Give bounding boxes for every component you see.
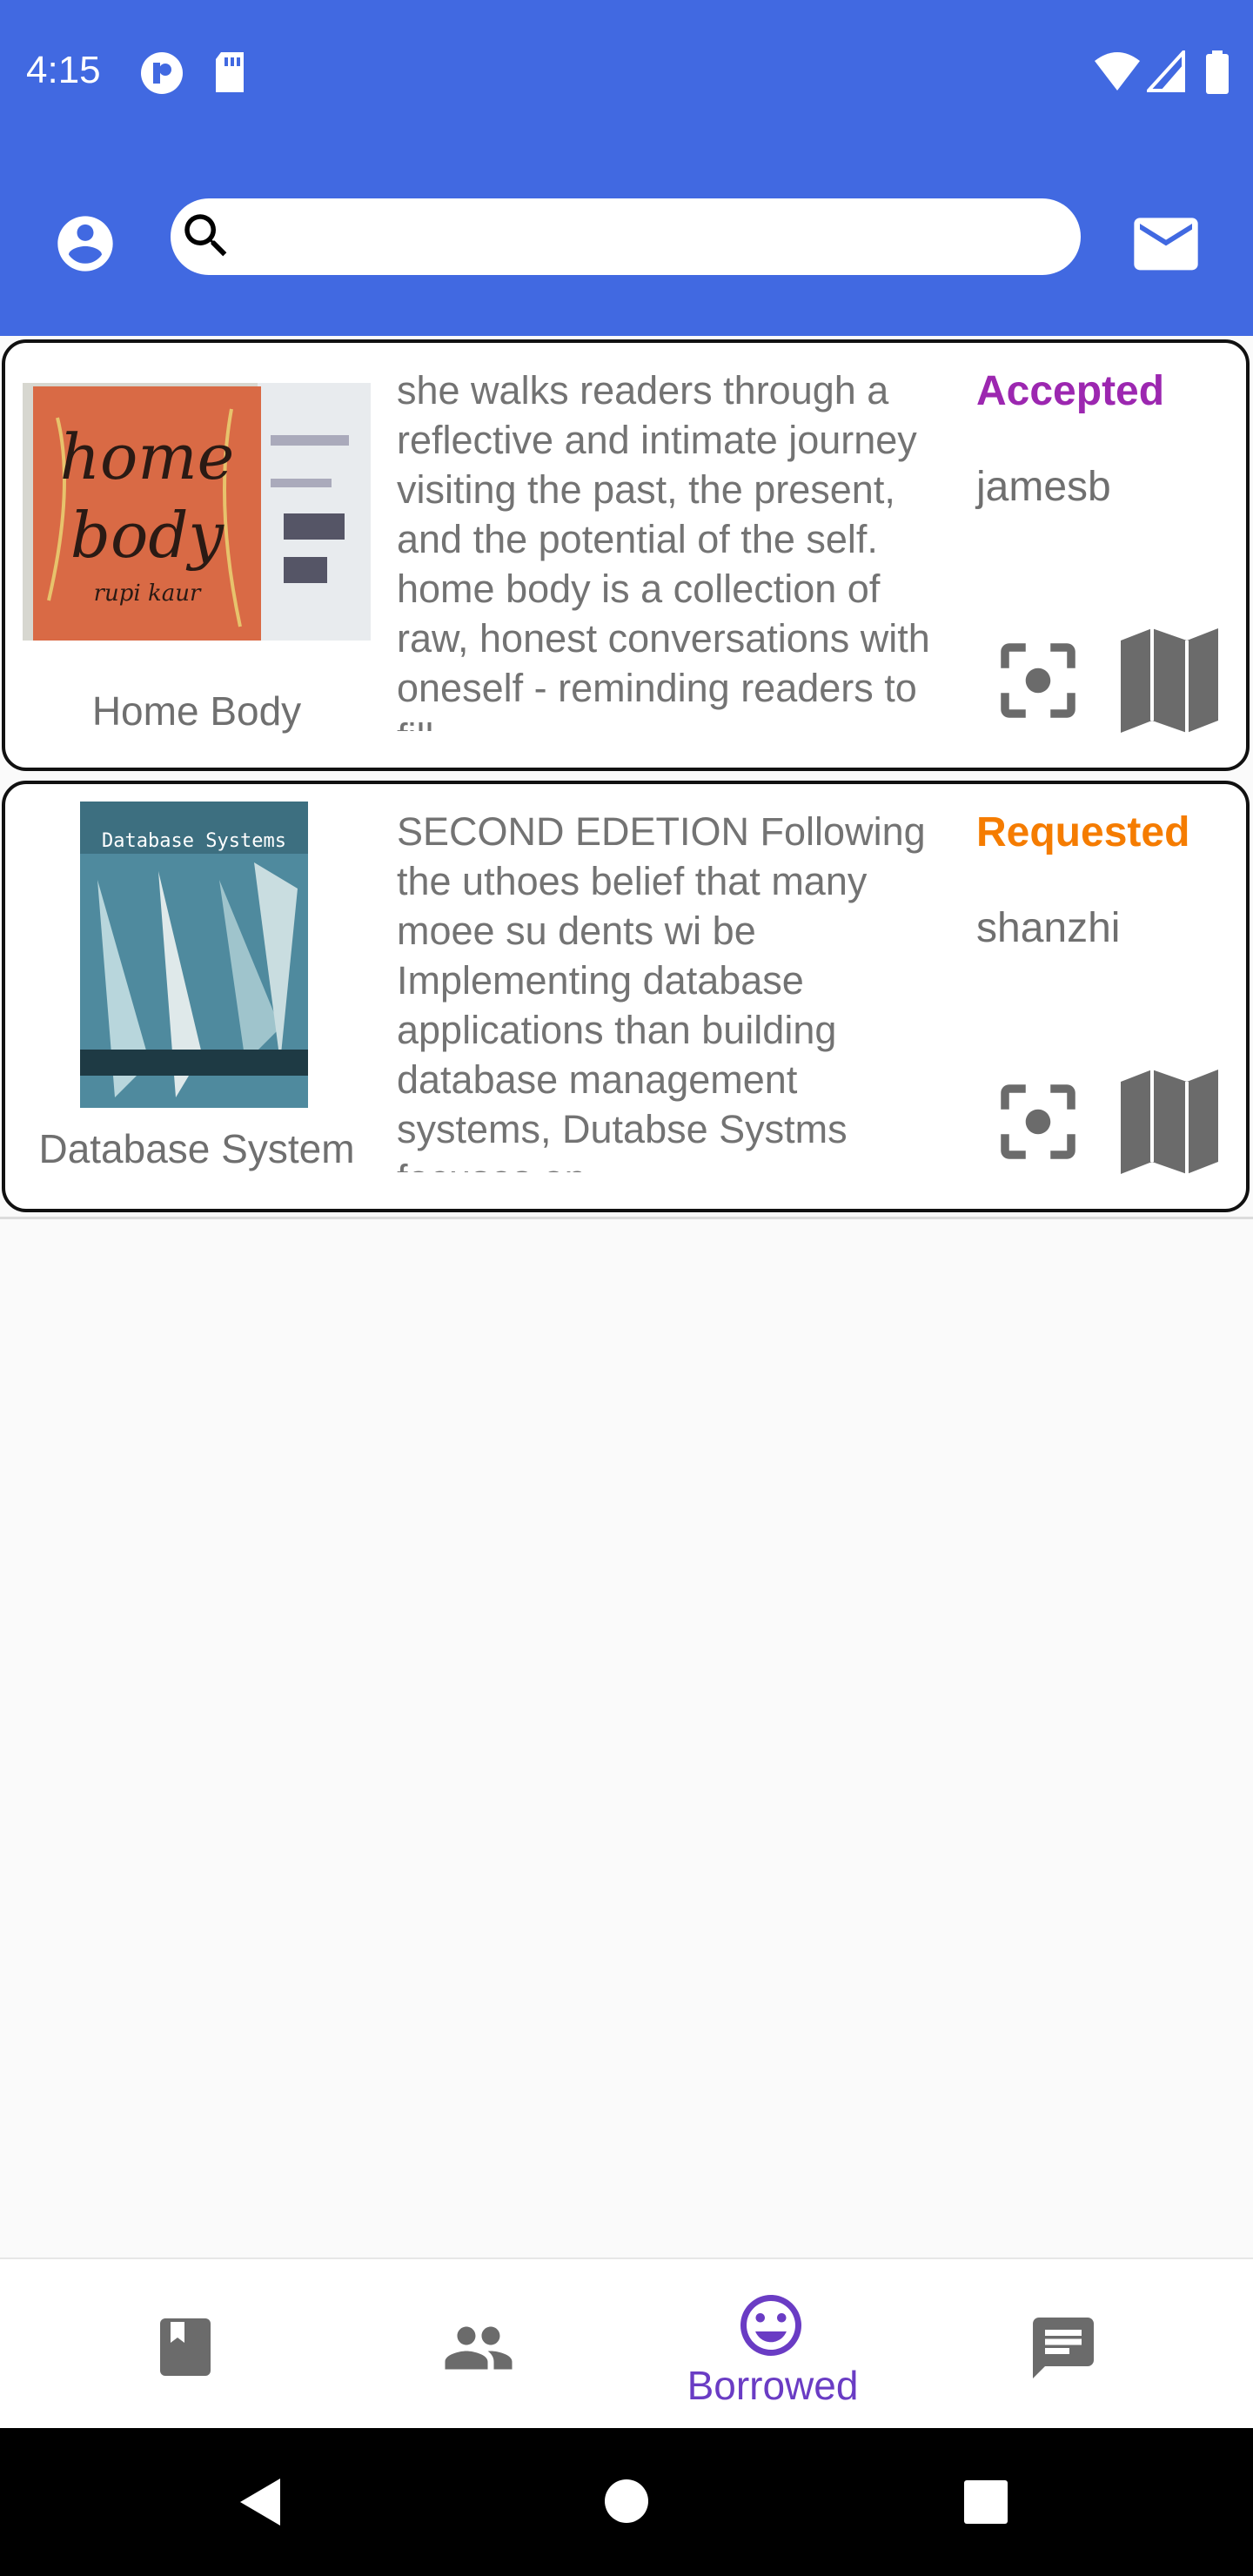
status-bar: 4:15 bbox=[0, 0, 1253, 153]
search-input[interactable] bbox=[244, 207, 1065, 268]
status-badge: Accepted bbox=[976, 368, 1165, 414]
owner-username: jamesb bbox=[976, 464, 1111, 510]
book-icon bbox=[160, 2318, 211, 2376]
book-cover-image: home body rupi kaur bbox=[23, 383, 371, 641]
system-navigation-bar bbox=[0, 2428, 1253, 2576]
book-cover-image: Database Systems bbox=[80, 802, 308, 1108]
book-cover-title-line-1: home bbox=[60, 420, 235, 493]
list-divider bbox=[0, 1217, 1253, 1219]
battery-icon bbox=[1206, 50, 1229, 94]
book-card[interactable]: home body rupi kaur Home Body she walks … bbox=[2, 339, 1250, 771]
nav-item-people[interactable] bbox=[324, 2259, 637, 2430]
map-icon[interactable] bbox=[1119, 1068, 1220, 1176]
search-bar[interactable] bbox=[171, 198, 1081, 275]
signal-icon bbox=[1147, 50, 1185, 92]
people-icon bbox=[445, 2326, 513, 2370]
account-icon[interactable] bbox=[52, 211, 118, 277]
nav-item-books[interactable] bbox=[30, 2259, 343, 2430]
sd-card-icon bbox=[216, 52, 244, 92]
book-cover-author: rupi kaur bbox=[94, 580, 202, 607]
home-icon[interactable] bbox=[604, 2479, 649, 2524]
back-icon[interactable] bbox=[238, 2477, 282, 2527]
book-title: Database System bbox=[38, 1126, 355, 1171]
scan-icon[interactable] bbox=[988, 627, 1088, 735]
nav-item-messages[interactable] bbox=[908, 2259, 1222, 2430]
nav-item-borrowed[interactable]: Borrowed bbox=[616, 2259, 929, 2430]
book-cover-title: Database Systems bbox=[102, 830, 286, 852]
wifi-icon bbox=[1095, 52, 1140, 91]
book-cover-title-line-2: body bbox=[70, 499, 225, 572]
search-icon bbox=[184, 214, 227, 257]
recents-icon[interactable] bbox=[964, 2480, 1008, 2524]
map-icon[interactable] bbox=[1119, 627, 1220, 735]
bottom-navigation: Borrowed bbox=[0, 2257, 1253, 2430]
book-title: Home Body bbox=[91, 688, 302, 734]
scan-icon[interactable] bbox=[988, 1068, 1088, 1176]
notification-app-icon bbox=[141, 52, 183, 94]
mail-icon[interactable] bbox=[1131, 218, 1201, 273]
book-description: she walks readers through a reflective a… bbox=[397, 368, 930, 731]
owner-username: shanzhi bbox=[976, 905, 1121, 951]
status-time: 4:15 bbox=[26, 49, 101, 91]
status-badge: Requested bbox=[976, 809, 1190, 855]
chat-icon bbox=[1033, 2318, 1094, 2378]
book-description: SECOND EDETION Following the uthoes beli… bbox=[397, 809, 926, 1172]
app-bar bbox=[0, 153, 1253, 336]
book-card[interactable]: Database Systems Database System SECOND … bbox=[2, 781, 1250, 1212]
smiley-icon bbox=[740, 2295, 801, 2356]
nav-label-borrowed: Borrowed bbox=[687, 2363, 859, 2408]
